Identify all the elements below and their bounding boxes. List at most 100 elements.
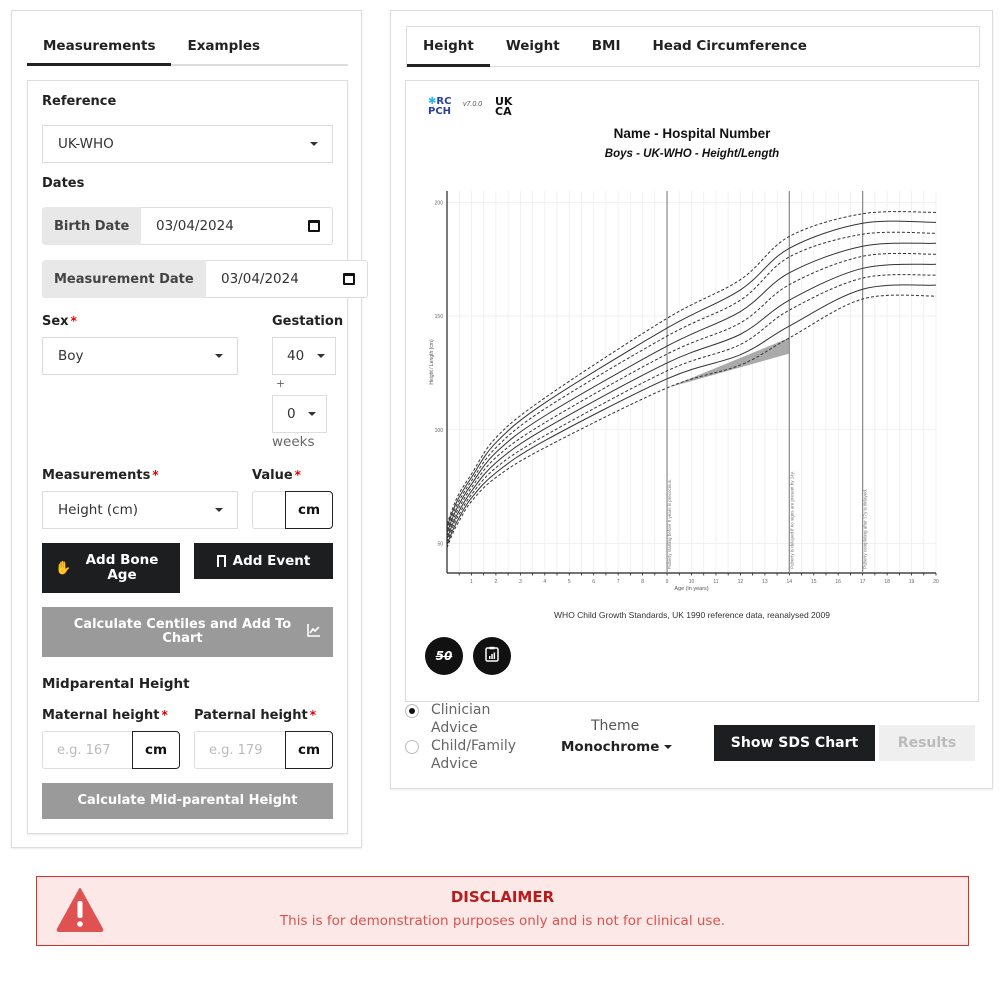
x-tick-label: 5 (568, 579, 571, 585)
paternal-height-label: Paternal height * (194, 708, 316, 723)
chart-tabs: Height Weight BMI Head Circumference (406, 26, 980, 67)
measurement-date-value: 03/04/2024 (221, 271, 299, 287)
midparental-heading: Midparental Height (42, 676, 190, 692)
family-advice-radio[interactable] (405, 740, 419, 754)
chevron-down-icon (664, 745, 673, 749)
add-bone-age-label: Add Bone Age (85, 552, 159, 583)
tab-bmi[interactable]: BMI (576, 27, 637, 67)
birth-date-value: 03/04/2024 (156, 218, 234, 234)
gestation-weeks-suffix: weeks (272, 434, 315, 450)
disclaimer-banner: DISCLAIMER This is for demonstration pur… (36, 876, 969, 946)
value-input-group: cm (252, 491, 333, 529)
measurement-form: Reference UK-WHO Dates Birth Date 03/04/… (27, 80, 368, 834)
theme-value: Monochrome (561, 739, 660, 755)
y-tick-label: 50 (437, 541, 443, 547)
clinician-advice-radio[interactable] (405, 704, 419, 718)
tab-weight[interactable]: Weight (490, 27, 576, 67)
x-tick-label: 9 (666, 579, 669, 585)
calculate-midparental-button[interactable]: Calculate Mid-parental Height (42, 783, 333, 819)
chevron-down-icon (308, 412, 316, 416)
gestation-weeks-value: 40 (287, 348, 305, 364)
centile-toggle-button[interactable]: 50 (425, 637, 463, 675)
show-sds-chart-button[interactable]: Show SDS Chart (714, 725, 875, 761)
y-tick-label: 100 (435, 428, 444, 434)
chart-title: Name - Hospital Number (613, 126, 771, 141)
x-tick-label: 19 (909, 579, 915, 585)
theme-dropdown[interactable]: Monochrome (561, 739, 673, 755)
add-event-button[interactable]: Add Event (194, 543, 333, 579)
value-input[interactable] (252, 491, 285, 529)
ukca-mark: UK CA (495, 95, 513, 118)
clipboard-chart-icon (485, 646, 499, 666)
calculate-centiles-label: Calculate Centiles and Add To Chart (73, 617, 292, 646)
x-axis-label: Age (in years) (674, 586, 708, 592)
measurement-type-select[interactable]: Height (cm) (42, 491, 238, 529)
version-label: v7.0.0 (463, 101, 483, 108)
copy-chart-button[interactable] (473, 637, 511, 675)
x-tick-label: 12 (738, 579, 744, 585)
x-tick-label: 10 (689, 579, 695, 585)
maternal-height-group: e.g. 167 cm (42, 731, 180, 769)
chevron-down-icon (215, 354, 223, 358)
disclaimer-title: DISCLAIMER (450, 888, 555, 906)
tab-head-circumference[interactable]: Head Circumference (636, 27, 822, 67)
puberty-annotation: Puberty is delayed if no signs are prese… (789, 471, 794, 569)
x-tick-label: 7 (617, 579, 620, 585)
y-tick-label: 150 (435, 314, 444, 320)
value-label: Value * (252, 468, 301, 483)
value-unit: cm (285, 491, 333, 529)
tab-examples[interactable]: Examples (171, 28, 276, 66)
x-tick-label: 2 (495, 579, 498, 585)
sex-value: Boy (58, 348, 84, 364)
disclaimer-text: This is for demonstration purposes only … (279, 913, 726, 929)
y-axis-label: Height / Length (cm) (429, 339, 435, 385)
calendar-icon[interactable] (343, 273, 355, 285)
results-button[interactable]: Results (879, 725, 975, 761)
tab-height[interactable]: Height (407, 27, 490, 67)
chevron-down-icon (317, 354, 325, 358)
gestation-label: Gestation (272, 314, 344, 329)
x-tick-label: 6 (592, 579, 595, 585)
family-advice-label[interactable]: Child/Family Advice (431, 737, 531, 773)
chevron-down-icon (310, 142, 318, 146)
chart-panel: Height Weight BMI Head Circumference ✱RC… (390, 10, 993, 789)
clinician-advice-label[interactable]: Clinician Advice (431, 701, 511, 737)
gestation-days-value: 0 (287, 406, 296, 422)
growth-chart-card: ✱RC PCH v7.0.0 UK CA Name - Hospital Numb… (405, 80, 979, 702)
height-centile-chart[interactable]: 501001502001 2 3 4 5 6 7 8 9 10 11 12 13 14 15 16 17 18 19… (406, 181, 978, 621)
gestation-weeks-select[interactable]: 40 (272, 337, 336, 375)
puberty-annotation: Puberty starting before 9 years is preco… (667, 479, 672, 569)
calculate-centiles-button[interactable]: Calculate Centiles and Add To Chart (42, 607, 333, 657)
birth-date-group: Birth Date 03/04/2024 (42, 207, 333, 245)
x-tick-label: 20 (933, 579, 939, 585)
reference-select[interactable]: UK-WHO (42, 125, 333, 163)
maternal-height-input[interactable]: e.g. 167 (42, 731, 132, 769)
sex-select[interactable]: Boy (42, 337, 238, 375)
left-tabs: Measurements Examples (27, 28, 348, 66)
reference-value: UK-WHO (58, 136, 114, 152)
birth-date-input[interactable]: 03/04/2024 (141, 207, 333, 245)
calendar-icon[interactable] (308, 220, 320, 232)
measurement-date-input[interactable]: 03/04/2024 (206, 260, 368, 298)
y-tick-label: 200 (435, 200, 444, 206)
tab-measurements[interactable]: Measurements (27, 28, 172, 66)
paternal-height-group: e.g. 179 cm (194, 731, 333, 769)
x-tick-label: 17 (860, 579, 866, 585)
paternal-height-unit: cm (285, 731, 333, 769)
birth-date-label: Birth Date (42, 207, 141, 245)
x-tick-label: 13 (762, 579, 768, 585)
measurement-date-label: Measurement Date (42, 260, 206, 298)
reference-label: Reference (42, 94, 117, 109)
x-tick-label: 4 (543, 579, 546, 585)
gestation-plus: + (276, 377, 286, 390)
chevron-down-icon (215, 508, 223, 512)
dates-label: Dates (42, 176, 85, 191)
x-tick-label: 16 (835, 579, 841, 585)
paternal-height-input[interactable]: e.g. 179 (194, 731, 285, 769)
bookmark-icon (216, 555, 226, 567)
x-tick-label: 11 (713, 579, 718, 585)
add-bone-age-button[interactable]: ✋ Add Bone Age (42, 543, 180, 593)
x-tick-label: 18 (884, 579, 890, 585)
gestation-days-select[interactable]: 0 (272, 395, 327, 433)
x-tick-label: 15 (811, 579, 817, 585)
